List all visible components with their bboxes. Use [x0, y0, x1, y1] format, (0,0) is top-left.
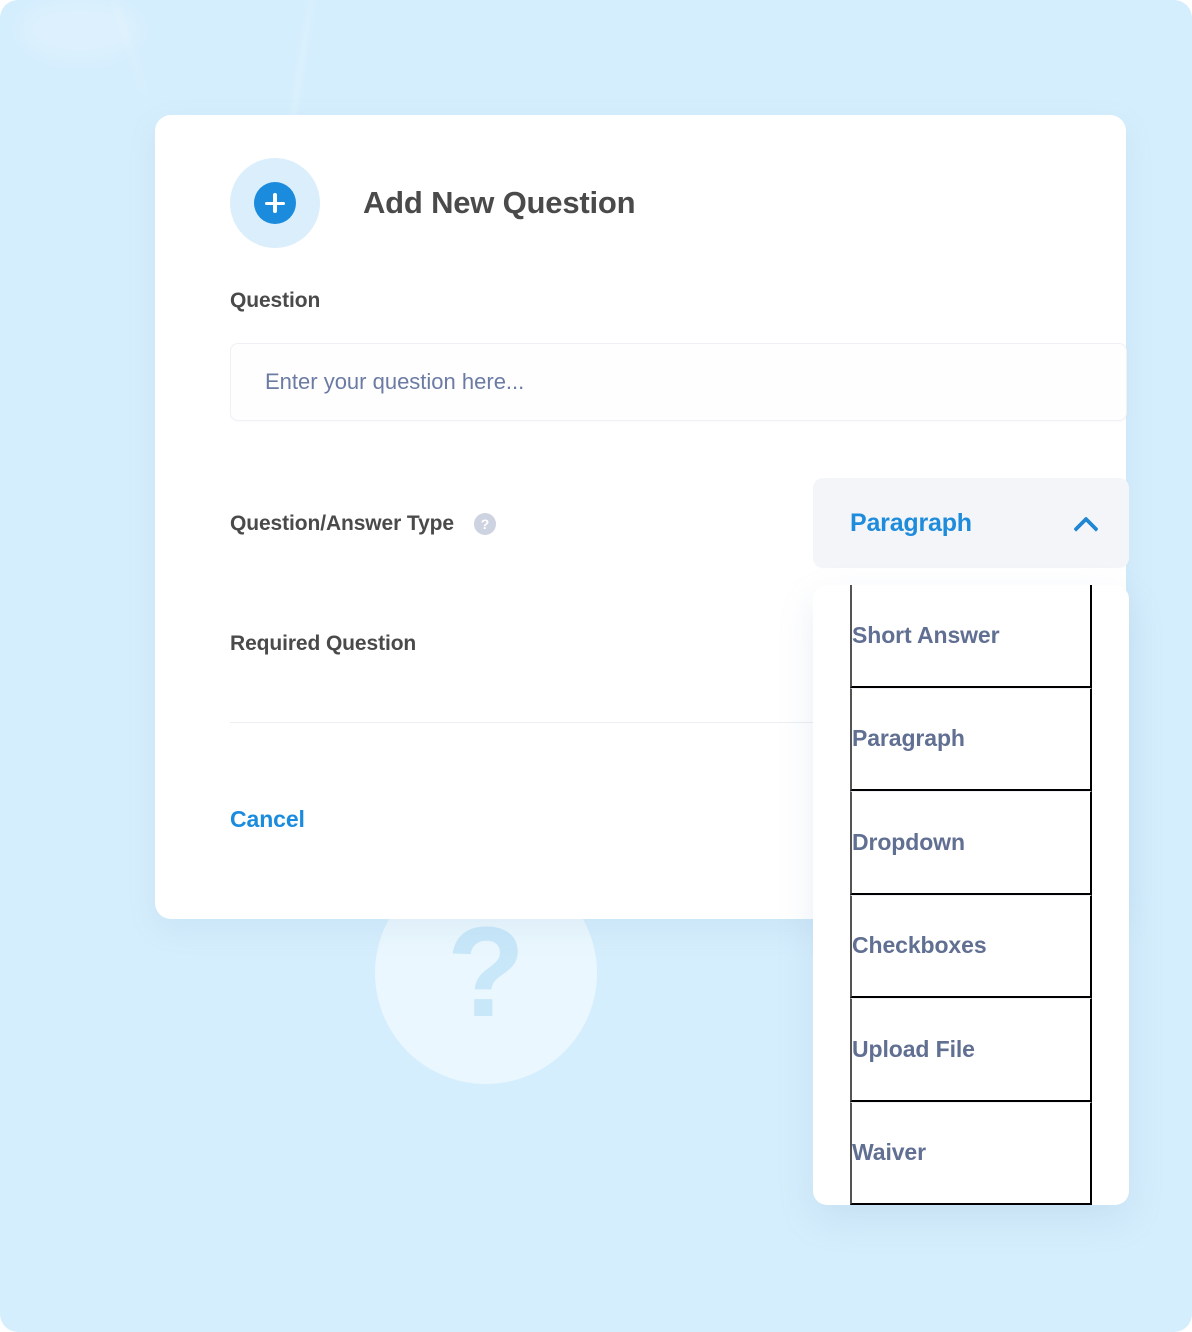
- qa-type-dropdown-trigger[interactable]: Paragraph: [813, 478, 1129, 568]
- question-input[interactable]: [230, 343, 1127, 421]
- watermark-glyph: ?: [446, 901, 526, 1044]
- qa-type-row: Question/Answer Type ?: [230, 512, 496, 536]
- qa-type-label: Question/Answer Type: [230, 512, 454, 535]
- help-question-mark-icon[interactable]: ?: [474, 513, 496, 535]
- dropdown-option-upload-file[interactable]: Upload File: [850, 998, 1092, 1102]
- dropdown-option-short-answer[interactable]: Short Answer: [850, 585, 1092, 688]
- dropdown-option-dropdown[interactable]: Dropdown: [850, 791, 1092, 895]
- qa-type-dropdown-menu: Short Answer Paragraph Dropdown Checkbox…: [813, 585, 1129, 1205]
- page-backdrop: ? Add New Question Question Question/Ans…: [0, 0, 1192, 1332]
- page-title: Add New Question: [363, 185, 636, 220]
- required-question-label: Required Question: [230, 632, 417, 655]
- modal-header: Add New Question: [230, 158, 636, 248]
- dropdown-option-waiver[interactable]: Waiver: [850, 1101, 1092, 1205]
- plus-icon-badge: [230, 158, 320, 248]
- dropdown-option-checkboxes[interactable]: Checkboxes: [850, 894, 1092, 998]
- decorative-glow-blob: [20, 0, 140, 60]
- plus-circle-icon: [254, 182, 296, 224]
- qa-type-dropdown-selected-value: Paragraph: [850, 508, 972, 537]
- question-field-label: Question: [230, 289, 321, 312]
- cancel-button[interactable]: Cancel: [230, 806, 305, 833]
- chevron-up-icon: [1074, 517, 1096, 530]
- dropdown-option-paragraph[interactable]: Paragraph: [850, 687, 1092, 791]
- decorative-swoosh-line-secondary: [95, 0, 147, 97]
